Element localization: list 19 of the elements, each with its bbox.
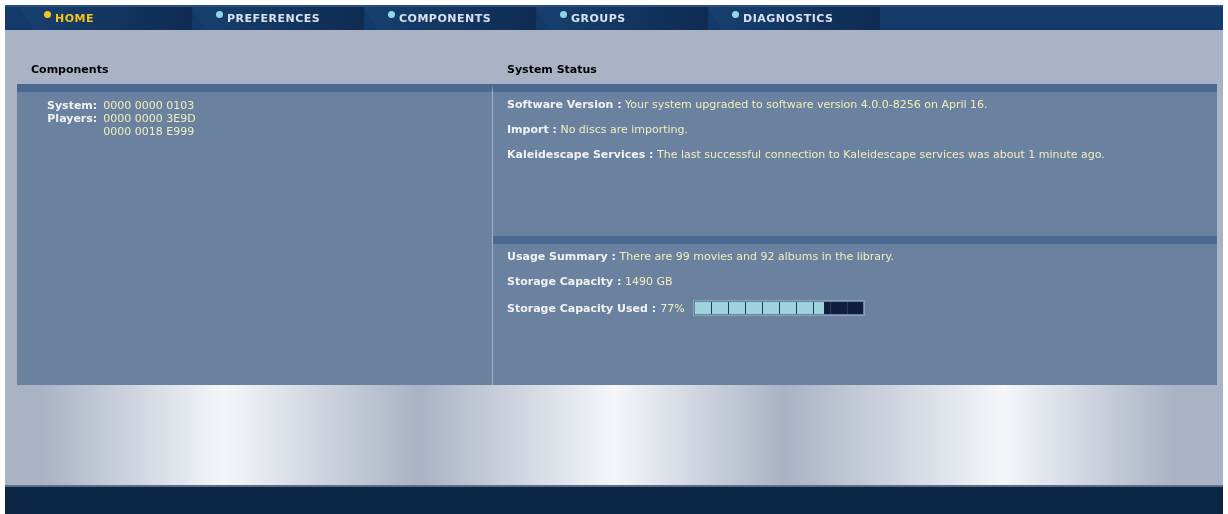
component-id: 0000 0000 0103 xyxy=(103,99,196,112)
status-text: Kaleidescape Services : The last successful connection to Kaleidescape services was about 1 minute ago. xyxy=(507,148,1106,161)
status-label: Storage Capacity Used : xyxy=(507,301,657,315)
panel-heading: System Status xyxy=(507,63,597,76)
status-text: Storage Capacity : 1490 GB xyxy=(507,275,674,288)
nav-tab[interactable]: DIAGNOSTICS xyxy=(708,7,880,30)
component-id: 0000 0000 3E9D xyxy=(103,112,196,125)
nav-tab[interactable]: PREFERENCES xyxy=(192,7,364,30)
component-id: 0000 0018 E999 xyxy=(103,125,196,138)
nav-tab[interactable]: GROUPS xyxy=(536,7,708,30)
status-text: Usage Summary : There are 99 movies and 92 albums in the library. xyxy=(507,250,896,263)
nav-tab[interactable]: COMPONENTS xyxy=(364,7,536,30)
nav-tab[interactable]: HOME xyxy=(20,7,192,30)
status-text: Import : No discs are importing. xyxy=(507,123,690,136)
status-value: 77% xyxy=(660,301,685,315)
component-label: System: xyxy=(47,99,98,112)
status-text: Software Version : Your system upgraded to software version 4.0.0-8256 on April 16. xyxy=(507,98,989,111)
panel-heading: Components xyxy=(31,63,109,76)
component-label: Players: xyxy=(47,112,98,127)
